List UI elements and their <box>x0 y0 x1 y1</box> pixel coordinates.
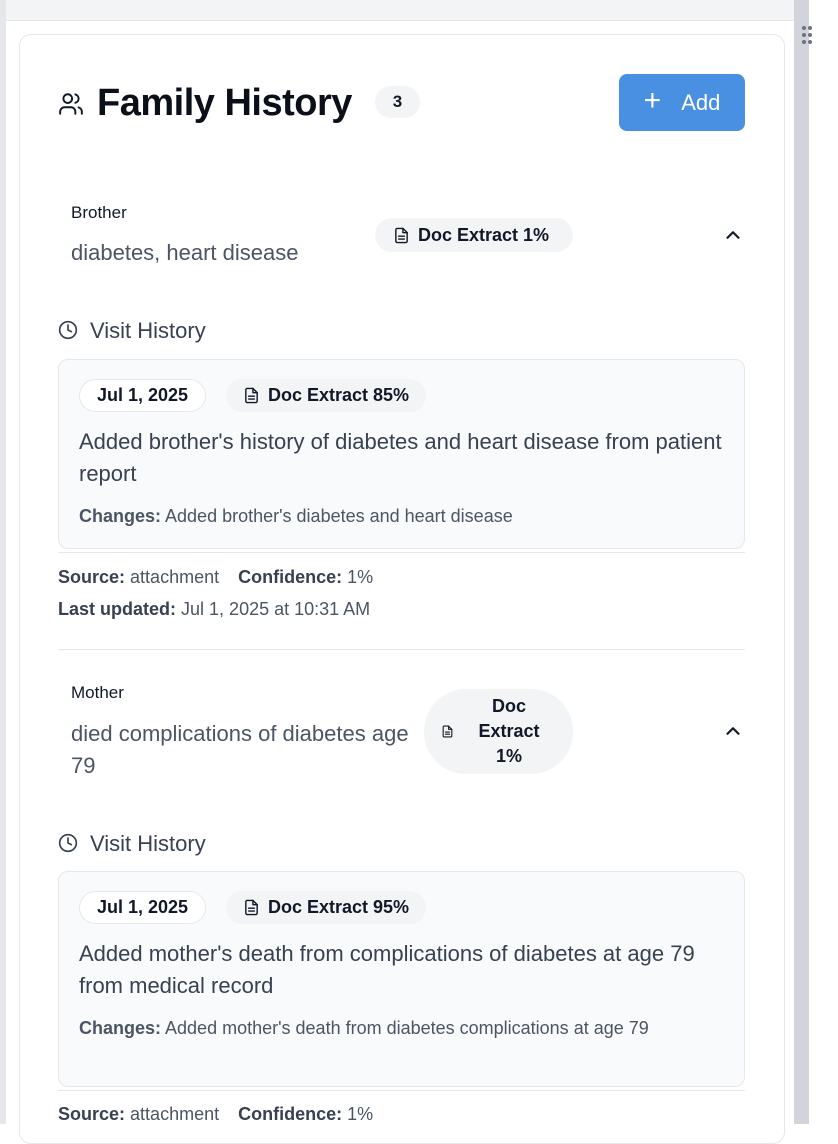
add-button[interactable]: + Add <box>619 74 745 131</box>
changes-text: Added brother's diabetes and heart disea… <box>165 506 513 526</box>
add-button-label: Add <box>681 89 721 115</box>
relation-label: Mother <box>71 683 124 702</box>
updated-meta: Last updated: Jul 1, 2025 at 10:31 AM <box>58 599 370 620</box>
changes-label: Changes: <box>79 506 162 526</box>
document-icon <box>442 725 453 738</box>
entry-divider <box>58 649 745 650</box>
app-frame: Family History 3 + Add Brother diabetes,… <box>0 0 838 1144</box>
relation-label: Brother <box>71 203 127 222</box>
document-icon <box>245 387 258 404</box>
source-label: Source: <box>58 1104 126 1124</box>
updated-label: Last updated: <box>58 599 177 619</box>
updated-value: Jul 1, 2025 at 10:31 AM <box>181 599 371 619</box>
source-badge: Doc Extract 1% <box>424 689 573 774</box>
divider <box>58 1090 745 1091</box>
clock-icon <box>58 833 78 853</box>
source-label: Source: <box>58 567 126 587</box>
chevron-up-icon[interactable] <box>722 720 744 742</box>
source-badge-line: Extract <box>478 721 540 741</box>
source-meta: Source: attachment Confidence: 1% <box>58 567 373 588</box>
visit-description: Added mother's death from complications … <box>79 941 695 998</box>
changes-text: Added mother's death from diabetes compl… <box>165 1018 649 1038</box>
source-value: attachment <box>130 1104 220 1124</box>
source-meta: Source: attachment Confidence: 1% <box>58 1104 373 1125</box>
visit-changes: Changes: Added mother's death from diabe… <box>79 1016 729 1041</box>
condition-text: died complications of diabetes age 79 <box>71 721 409 778</box>
condition-text: diabetes, heart disease <box>71 240 299 265</box>
scrollbar[interactable] <box>794 0 809 1124</box>
previous-section-edge <box>6 0 794 21</box>
visit-entry: Jul 1, 2025 Doc Extract 95% Added mother… <box>58 871 745 1087</box>
clock-icon <box>58 320 78 340</box>
left-edge <box>0 0 6 1124</box>
visit-source-badge: Doc Extract 85% <box>226 379 427 412</box>
section-title: Family History <box>97 82 352 124</box>
visit-history-title: Visit History <box>90 318 206 343</box>
drag-handle-icon[interactable] <box>800 26 814 46</box>
confidence-label: Confidence: <box>238 567 343 587</box>
confidence-value: 1% <box>347 1104 374 1124</box>
source-badge-line: 1% <box>495 746 522 766</box>
changes-label: Changes: <box>79 1018 162 1038</box>
source-badge-label: Doc Extract 1% <box>418 224 550 245</box>
document-icon <box>245 899 258 916</box>
users-icon <box>59 93 83 115</box>
source-badge-line: Doc <box>491 696 526 716</box>
visit-description: Added brother's history of diabetes and … <box>79 429 722 486</box>
chevron-up-icon[interactable] <box>722 224 744 246</box>
divider <box>58 552 745 553</box>
count-badge: 3 <box>375 86 420 118</box>
visit-date: Jul 1, 2025 <box>79 379 207 412</box>
visit-history-title: Visit History <box>90 831 206 856</box>
visit-date: Jul 1, 2025 <box>79 891 207 924</box>
confidence-label: Confidence: <box>238 1104 343 1124</box>
confidence-value: 1% <box>347 567 374 587</box>
visit-changes: Changes: Added brother's diabetes and he… <box>79 504 729 529</box>
visit-source-badge-label: Doc Extract 95% <box>268 897 410 917</box>
plus-icon: + <box>643 84 662 117</box>
document-icon <box>395 227 408 243</box>
visit-source-badge-label: Doc Extract 85% <box>268 385 410 405</box>
source-value: attachment <box>130 567 220 587</box>
visit-entry: Jul 1, 2025 Doc Extract 85% Added brothe… <box>58 359 745 549</box>
visit-source-badge: Doc Extract 95% <box>226 891 427 924</box>
source-badge: Doc Extract 1% <box>375 218 573 252</box>
source-badge-label: Doc Extract 1% <box>464 694 554 769</box>
